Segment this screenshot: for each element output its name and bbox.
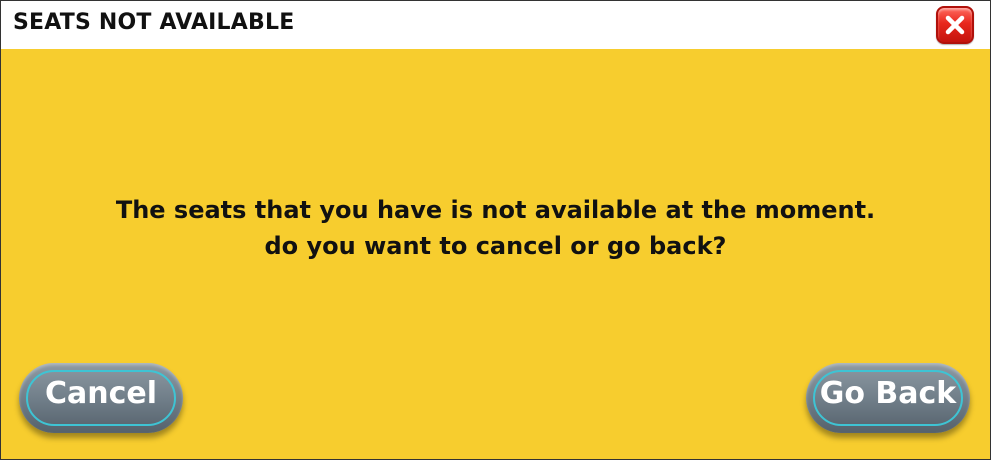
dialog-body: The seats that you have is not available…	[1, 49, 990, 459]
close-button[interactable]	[936, 6, 974, 44]
message-line-2: do you want to cancel or go back?	[264, 232, 727, 260]
seats-not-available-dialog: SEATS NOT AVAILABLE The seats that you h…	[0, 0, 991, 460]
title-bar: SEATS NOT AVAILABLE	[1, 1, 990, 49]
dialog-title: SEATS NOT AVAILABLE	[13, 10, 295, 35]
close-x-icon	[945, 15, 965, 35]
cancel-button-label: Cancel	[44, 376, 158, 411]
go-back-button[interactable]: Go Back	[806, 363, 970, 433]
message-line-1: The seats that you have is not available…	[115, 196, 876, 224]
go-back-button-label: Go Back	[819, 376, 957, 411]
cancel-button[interactable]: Cancel	[19, 363, 183, 433]
dialog-message: The seats that you have is not available…	[1, 192, 990, 264]
